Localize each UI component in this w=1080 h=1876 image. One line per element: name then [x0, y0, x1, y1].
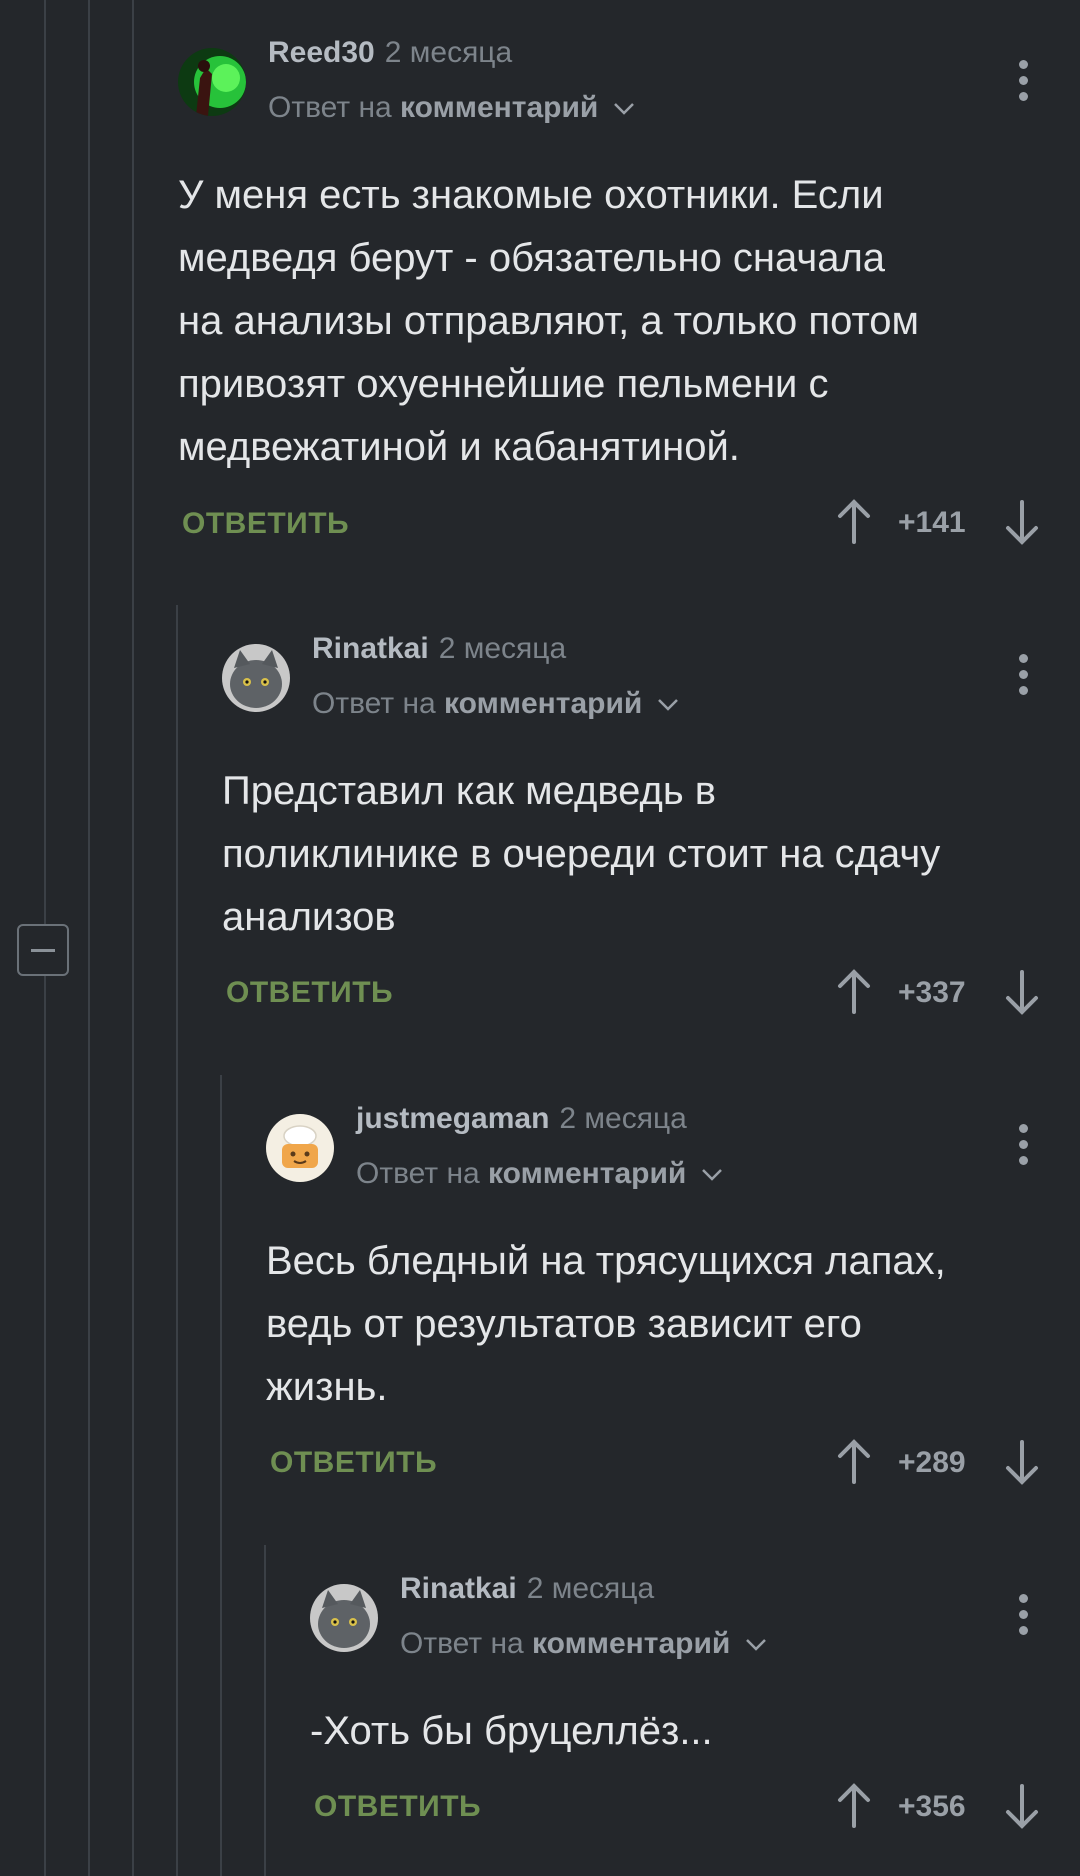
more-options-button[interactable]	[1008, 1594, 1038, 1640]
thread-line-level-1	[132, 0, 134, 1876]
comment-time: 2 месяца	[384, 36, 513, 69]
reply-prefix: Ответ на	[268, 91, 392, 124]
comment-rating: +289	[898, 1446, 966, 1479]
comment-text-line: привозят охуеннейшие пельмени с	[178, 362, 829, 406]
more-options-button[interactable]	[1008, 1124, 1038, 1170]
comment-text: Представил как медведь в поликлинике в о…	[222, 760, 1062, 949]
comment-rating: +337	[898, 976, 966, 1009]
reply-button[interactable]: ОТВЕТИТЬ	[314, 1790, 481, 1824]
reply-button[interactable]: ОТВЕТИТЬ	[226, 976, 393, 1010]
green-figure-avatar-icon	[178, 48, 246, 116]
chevron-down-icon[interactable]	[613, 102, 635, 116]
comment-text-line: медвежатиной и кабанятиной.	[178, 425, 740, 469]
comment: Rinatkai 2 месяца Ответ на комментарий -Х…	[310, 1572, 1080, 1872]
downvote-arrow-icon[interactable]	[1004, 968, 1040, 1016]
comment-rating: +141	[898, 506, 966, 539]
comment-rating: +356	[898, 1790, 966, 1823]
comment-text-line: поликлинике в очереди стоит на сдачу	[222, 832, 941, 876]
reply-parent-link[interactable]: комментарий	[532, 1627, 730, 1660]
dot-icon	[1018, 686, 1028, 695]
upvote-arrow-icon[interactable]	[836, 1782, 872, 1830]
upvote-arrow-icon[interactable]	[836, 498, 872, 546]
grey-cat-avatar-icon	[310, 1584, 378, 1652]
dot-icon	[1018, 1610, 1028, 1619]
dot-icon	[1018, 1626, 1028, 1635]
author-name[interactable]: Rinatkai	[312, 632, 429, 665]
comment-text-line: Представил как медведь в	[222, 769, 717, 813]
avatar[interactable]	[266, 1114, 334, 1182]
comment-text-line: жизнь.	[266, 1365, 388, 1409]
thread-line-level-2	[176, 605, 178, 1876]
thread-line-level-4	[264, 1545, 266, 1876]
dot-icon	[1018, 1124, 1028, 1133]
comment-text-line: на анализы отправляют, а только потом	[178, 299, 920, 343]
avatar[interactable]	[222, 644, 290, 712]
author-name[interactable]: justmegaman	[356, 1102, 549, 1135]
dot-icon	[1018, 92, 1028, 101]
thread-line-level-0b	[88, 0, 90, 1876]
reply-to-link[interactable]: Ответ на комментарий	[268, 91, 635, 125]
comment-text-line: анализов	[222, 895, 396, 939]
comment-text-line: -Хоть бы бруцеллёз...	[310, 1709, 713, 1753]
comment-text-line: У меня есть знакомые охотники. Если	[178, 173, 884, 217]
comment-text-line: Весь бледный на трясущихся лапах,	[266, 1239, 946, 1283]
reply-button[interactable]: ОТВЕТИТЬ	[182, 507, 349, 541]
grey-cat-avatar-icon	[222, 644, 290, 712]
chef-cake-avatar-icon	[266, 1114, 334, 1182]
downvote-arrow-icon[interactable]	[1004, 1782, 1040, 1830]
downvote-arrow-icon[interactable]	[1004, 498, 1040, 546]
comment-author[interactable]: Reed30 2 месяца	[268, 36, 512, 70]
reply-button[interactable]: ОТВЕТИТЬ	[270, 1446, 437, 1480]
avatar[interactable]	[310, 1584, 378, 1652]
dot-icon	[1018, 60, 1028, 69]
comment-time: 2 месяца	[559, 1102, 687, 1135]
reply-parent-link[interactable]: комментарий	[444, 687, 642, 720]
avatar[interactable]	[178, 48, 246, 116]
thread-line-level-3	[220, 1075, 222, 1876]
reply-prefix: Ответ на	[356, 1157, 480, 1190]
comment: justmegaman 2 месяца Ответ на комментарий…	[266, 1102, 1080, 1512]
dot-icon	[1018, 76, 1028, 85]
author-name[interactable]: Reed30	[268, 36, 375, 69]
upvote-arrow-icon[interactable]	[836, 968, 872, 1016]
reply-parent-link[interactable]: комментарий	[488, 1157, 686, 1190]
comment-text: Весь бледный на трясущихся лапах, ведь о…	[266, 1230, 1066, 1419]
reply-prefix: Ответ на	[400, 1627, 524, 1660]
minus-icon	[31, 949, 55, 952]
dot-icon	[1018, 1594, 1028, 1603]
more-options-button[interactable]	[1008, 654, 1038, 700]
comment-author[interactable]: Rinatkai 2 месяца	[312, 632, 566, 666]
dot-icon	[1018, 1140, 1028, 1149]
reply-parent-link[interactable]: комментарий	[400, 91, 598, 124]
comment-time: 2 месяца	[438, 632, 567, 665]
chevron-down-icon[interactable]	[701, 1168, 723, 1182]
dot-icon	[1018, 670, 1028, 679]
chevron-down-icon[interactable]	[745, 1638, 767, 1652]
more-options-button[interactable]	[1008, 60, 1038, 106]
comment: Rinatkai 2 месяца Ответ на комментарий Пр…	[222, 632, 1080, 1042]
downvote-arrow-icon[interactable]	[1004, 1438, 1040, 1486]
comment-text: -Хоть бы бруцеллёз...	[310, 1700, 1070, 1763]
comment-time: 2 месяца	[526, 1572, 655, 1605]
chevron-down-icon[interactable]	[657, 698, 679, 712]
comment: Reed30 2 месяца Ответ на комментарий У ме…	[178, 36, 1080, 556]
collapse-thread-button[interactable]	[17, 924, 69, 976]
reply-to-link[interactable]: Ответ на комментарий	[312, 687, 679, 721]
reply-to-link[interactable]: Ответ на комментарий	[356, 1157, 723, 1191]
reply-prefix: Ответ на	[312, 687, 436, 720]
comment-text-line: медведя берут - обязательно сначала	[178, 236, 886, 280]
upvote-arrow-icon[interactable]	[836, 1438, 872, 1486]
comment-text-line: ведь от результатов зависит его	[266, 1302, 862, 1346]
comment-text: У меня есть знакомые охотники. Если медв…	[178, 164, 1058, 479]
comment-author[interactable]: Rinatkai 2 месяца	[400, 1572, 654, 1606]
comment-author[interactable]: justmegaman 2 месяца	[356, 1102, 687, 1136]
dot-icon	[1018, 1156, 1028, 1165]
dot-icon	[1018, 654, 1028, 663]
author-name[interactable]: Rinatkai	[400, 1572, 517, 1605]
reply-to-link[interactable]: Ответ на комментарий	[400, 1627, 767, 1661]
